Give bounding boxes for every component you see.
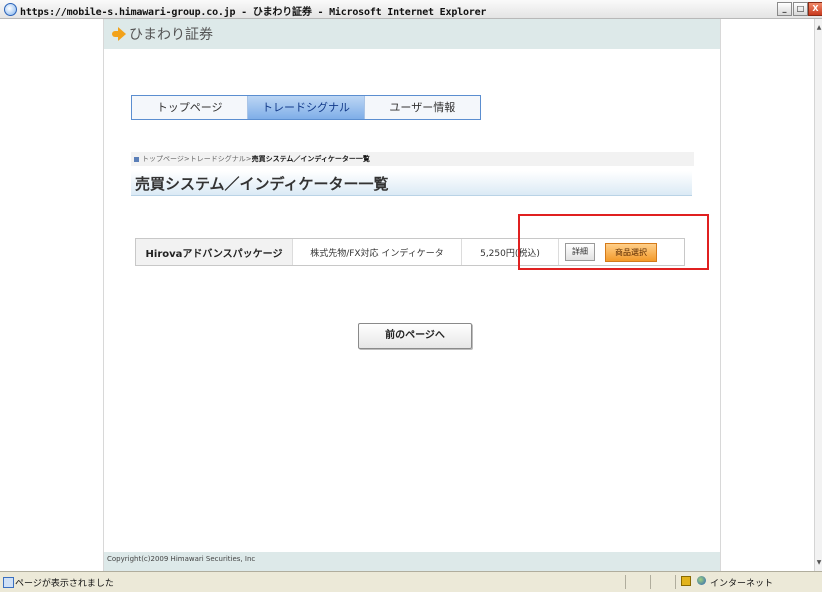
site-header: ひまわり証券 bbox=[104, 19, 720, 49]
breadcrumb-link-trade-signal[interactable]: トレードシグナル bbox=[190, 155, 246, 163]
scroll-down-arrow-icon[interactable]: ▼ bbox=[815, 558, 822, 568]
close-button[interactable]: X bbox=[808, 2, 822, 16]
tab-user-info[interactable]: ユーザー情報 bbox=[365, 96, 480, 119]
vertical-scrollbar[interactable]: ▲ ▼ bbox=[814, 19, 822, 571]
breadcrumb-square-icon bbox=[134, 156, 139, 162]
security-zone-label: インターネット bbox=[710, 579, 774, 589]
status-text: ページが表示されました bbox=[15, 579, 114, 589]
page-done-icon bbox=[3, 577, 14, 588]
page-title: 売買システム／インディケーター一覧 bbox=[131, 171, 692, 196]
window-title: https://mobile-s.himawari-group.co.jp - … bbox=[20, 7, 487, 18]
status-divider bbox=[625, 575, 626, 589]
product-category: 株式先物/FX対応 インディケータ bbox=[293, 239, 462, 265]
page-title-text: 売買システム／インディケーター一覧 bbox=[135, 175, 389, 193]
ie-icon bbox=[4, 3, 17, 16]
lock-icon bbox=[681, 576, 691, 586]
status-bar: ページが表示されました インターネット bbox=[0, 571, 822, 592]
breadcrumb-current: 売買システム／インディケーター一覧 bbox=[251, 155, 370, 163]
window-title-bar: https://mobile-s.himawari-group.co.jp - … bbox=[0, 0, 822, 19]
site-logo[interactable]: ひまわり証券 bbox=[112, 24, 213, 44]
logo-text: ひまわり証券 bbox=[129, 27, 213, 43]
status-divider bbox=[675, 575, 676, 589]
status-divider bbox=[650, 575, 651, 589]
logo-arrow-icon bbox=[112, 27, 126, 41]
copyright-text: Copyright(c)2009 Himawari Securities, In… bbox=[107, 555, 256, 563]
breadcrumb-link-top[interactable]: トップページ bbox=[142, 155, 184, 163]
tab-trade-signal[interactable]: トレードシグナル bbox=[248, 96, 365, 119]
footer: Copyright(c)2009 Himawari Securities, In… bbox=[104, 552, 720, 571]
back-button[interactable]: 前のページへ bbox=[358, 323, 472, 349]
page-content: ひまわり証券 トップページ トレードシグナル ユーザー情報 トップページ>トレー… bbox=[103, 19, 721, 571]
internet-zone-icon bbox=[697, 576, 706, 585]
product-name: Hirovaアドバンスパッケージ bbox=[136, 239, 293, 265]
main-tabs: トップページ トレードシグナル ユーザー情報 bbox=[131, 95, 481, 120]
maximize-button[interactable]: □ bbox=[793, 2, 808, 16]
scroll-up-arrow-icon[interactable]: ▲ bbox=[815, 23, 822, 33]
highlight-annotation-box bbox=[518, 214, 709, 270]
tab-top-page[interactable]: トップページ bbox=[132, 96, 249, 119]
minimize-button[interactable]: _ bbox=[777, 2, 792, 16]
breadcrumb: トップページ>トレードシグナル>売買システム／インディケーター一覧 bbox=[131, 152, 694, 166]
